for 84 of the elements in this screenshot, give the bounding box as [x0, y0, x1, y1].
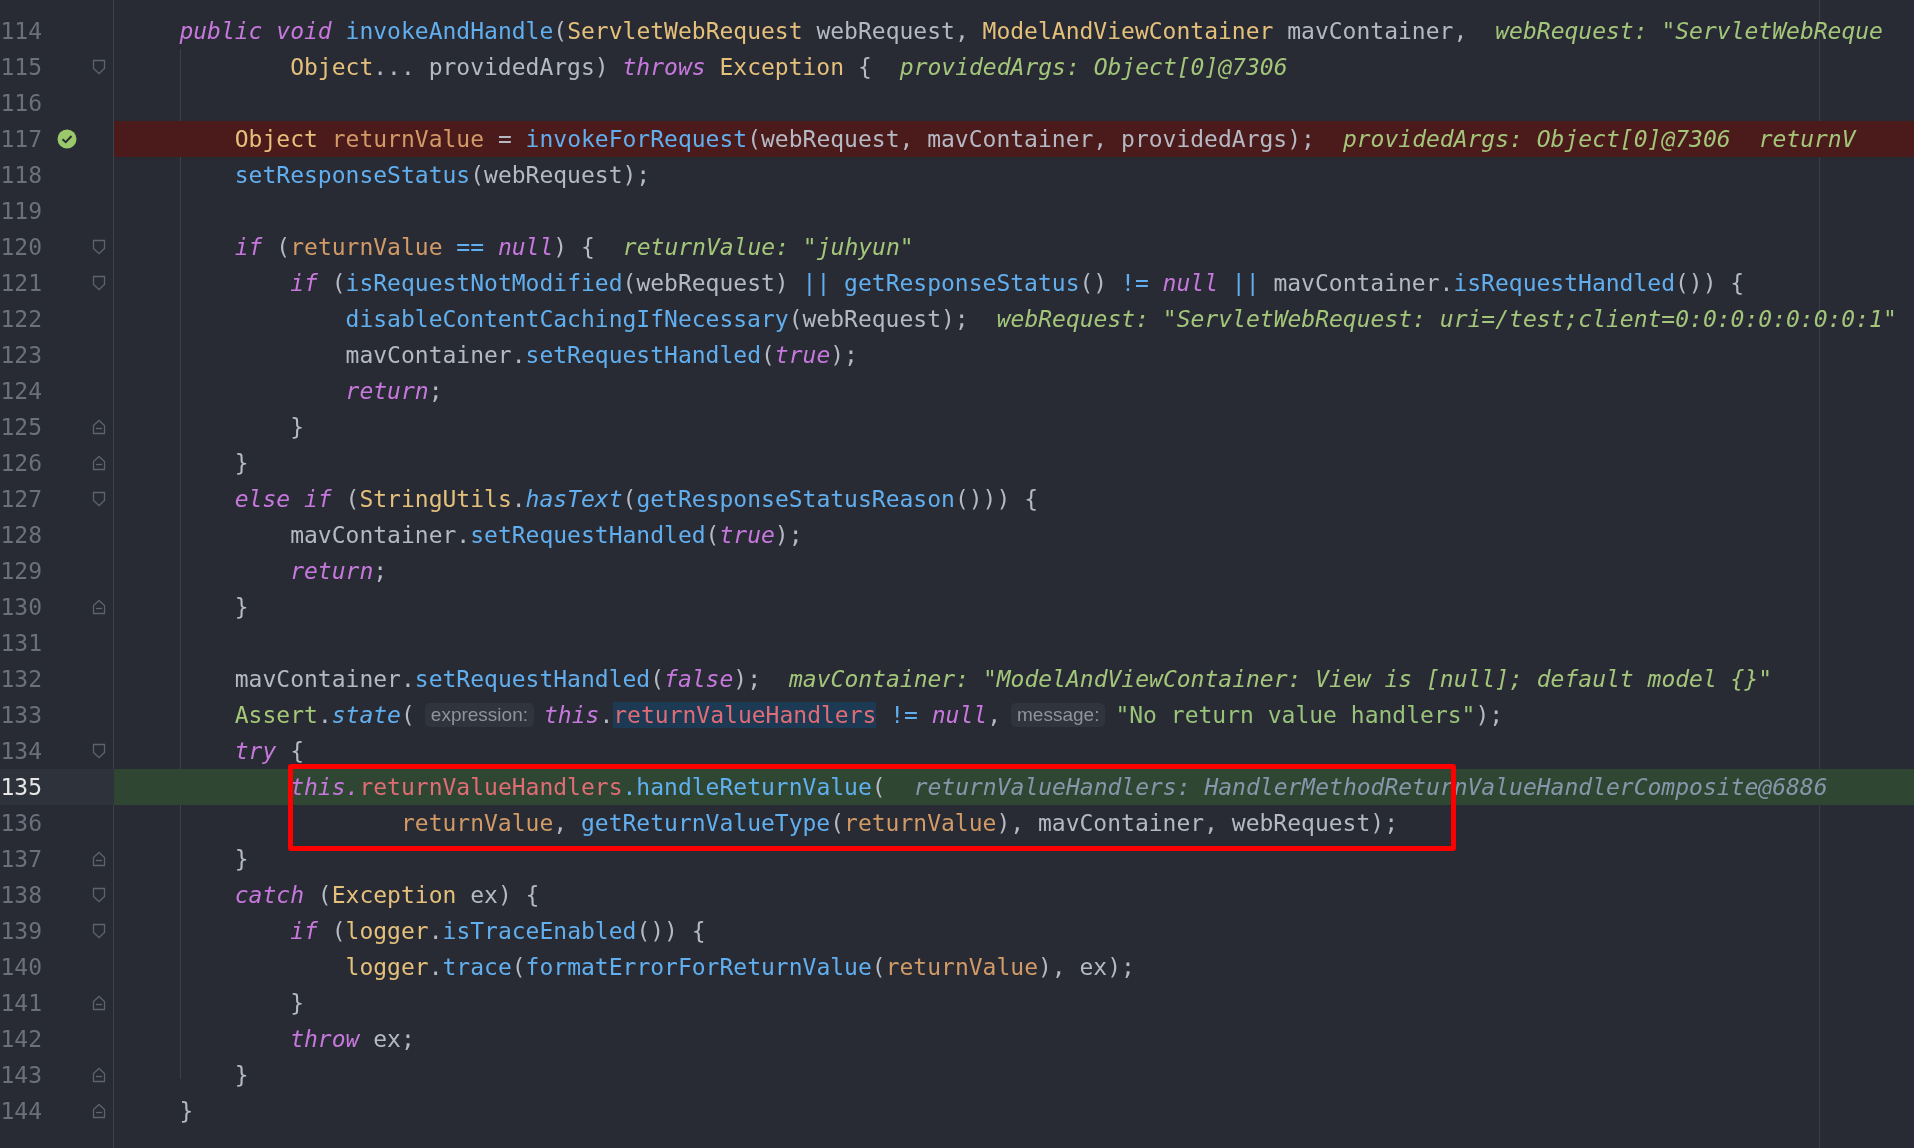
code-text: returnValue, getReturnValueType(returnValue), mavContainer, webRequest); — [399, 810, 1398, 836]
code-text: if (returnValue == null) { — [233, 234, 595, 260]
line-number: 128 — [0, 522, 42, 548]
line-number: 138 — [0, 882, 42, 908]
fold-icon[interactable] — [92, 923, 106, 939]
line-number: 135 — [0, 774, 42, 800]
code-text: } — [178, 1098, 194, 1124]
line-number: 115 — [0, 54, 42, 80]
inline-value-hint: returnV — [1758, 126, 1856, 152]
code-text: if (logger.isTraceEnabled()) { — [289, 918, 706, 944]
fold-icon[interactable] — [92, 239, 106, 255]
line-number: 131 — [0, 630, 42, 656]
code-text: return; — [344, 378, 443, 404]
line-number: 123 — [0, 342, 42, 368]
line-number: 119 — [0, 198, 42, 224]
fold-icon[interactable] — [92, 743, 106, 759]
code-text: else if (StringUtils.hasText(getResponseStatusReason())) { — [233, 486, 1038, 512]
code-text: try { — [233, 738, 305, 764]
code-text: public void invokeAndHandle(ServletWebRequest webRequest, ModelAndViewContainer mavContainer, — [178, 18, 1468, 44]
code-text: catch (Exception ex) { — [233, 882, 540, 908]
fold-end-icon[interactable] — [92, 995, 106, 1011]
code-text: logger.trace(formatErrorForReturnValue(returnValue), ex); — [344, 954, 1135, 980]
fold-icon[interactable] — [92, 59, 106, 75]
line-number: 130 — [0, 594, 42, 620]
line-number: 137 — [0, 846, 42, 872]
code-text: } — [289, 990, 304, 1016]
line-number: 143 — [0, 1062, 42, 1088]
code-text: Object... providedArgs) throws Exception { — [289, 54, 872, 80]
code-text: } — [233, 1062, 249, 1088]
line-number: 132 — [0, 666, 42, 692]
line-number: 141 — [0, 990, 42, 1016]
code-text: return; — [289, 558, 388, 584]
inline-value-hint: mavContainer: "ModelAndViewContainer: View is [null]; default model {}" — [789, 666, 1773, 692]
fold-icon[interactable] — [92, 275, 106, 291]
code-text: } — [289, 414, 304, 440]
line-number: 134 — [0, 738, 42, 764]
code-text: "No return value handlers"); — [1115, 702, 1504, 728]
line-number: 133 — [0, 702, 42, 728]
line-number: 126 — [0, 450, 42, 476]
inline-value-hint: providedArgs: Object[0]@7306 — [1342, 126, 1731, 152]
code-text: throw ex; — [289, 1026, 415, 1052]
inline-value-hint: webRequest: "ServletWebReque — [1495, 18, 1883, 44]
inline-value-hint: providedArgs: Object[0]@7306 — [899, 54, 1288, 80]
line-number: 114 — [0, 18, 42, 44]
line-number: 117 — [0, 126, 42, 152]
code-text: setResponseStatus(webRequest); — [233, 162, 651, 188]
fold-end-icon[interactable] — [92, 1103, 106, 1119]
line-number: 139 — [0, 918, 42, 944]
line-number: 142 — [0, 1026, 42, 1052]
parameter-hint: message: — [1011, 703, 1106, 727]
line-number: 144 — [0, 1098, 42, 1124]
line-number: 125 — [0, 414, 42, 440]
fold-icon[interactable] — [92, 887, 106, 903]
fold-end-icon[interactable] — [92, 419, 106, 435]
line-number: 140 — [0, 954, 42, 980]
parameter-hint: expression: — [424, 703, 534, 727]
line-number: 136 — [0, 810, 42, 836]
line-number: 124 — [0, 378, 42, 404]
line-number: 120 — [0, 234, 42, 260]
fold-icon[interactable] — [92, 491, 106, 507]
line-number: 122 — [0, 306, 42, 332]
fold-end-icon[interactable] — [92, 851, 106, 867]
code-text: mavContainer.setRequestHandled(false); — [233, 666, 761, 692]
inline-value-hint: webRequest: "ServletWebRequest: uri=/test;client=0:0:0:0:0:0:0:1" — [996, 306, 1897, 332]
fold-end-icon[interactable] — [92, 1067, 106, 1083]
line-number: 116 — [0, 90, 42, 116]
code-text: this.returnValueHandlers.handleReturnValue( — [289, 774, 886, 800]
line-number: 118 — [0, 162, 42, 188]
line-number: 129 — [0, 558, 42, 584]
inline-value-hint: returnValue: "juhyun" — [622, 234, 914, 260]
code-text: Object returnValue = invokeForRequest(webRequest, mavContainer, providedArgs); — [233, 126, 1315, 152]
fold-end-icon[interactable] — [92, 455, 106, 471]
code-text: } — [233, 846, 249, 872]
code-text: mavContainer.setRequestHandled(true); — [289, 522, 803, 548]
line-number: 121 — [0, 270, 42, 296]
code-text: if (isRequestNotModified(webRequest) || getResponseStatus() != null || mavContainer.isRequestHandled()) { — [289, 270, 1745, 296]
check-icon[interactable] — [57, 129, 77, 149]
code-text: mavContainer.setRequestHandled(true); — [344, 342, 858, 368]
code-text: } — [233, 594, 249, 620]
code-text: Assert.state( — [233, 702, 415, 728]
code-text: } — [233, 450, 249, 476]
fold-end-icon[interactable] — [92, 599, 106, 615]
code-text: disableContentCachingIfNecessary(webRequest); — [344, 306, 969, 332]
line-number: 127 — [0, 486, 42, 512]
